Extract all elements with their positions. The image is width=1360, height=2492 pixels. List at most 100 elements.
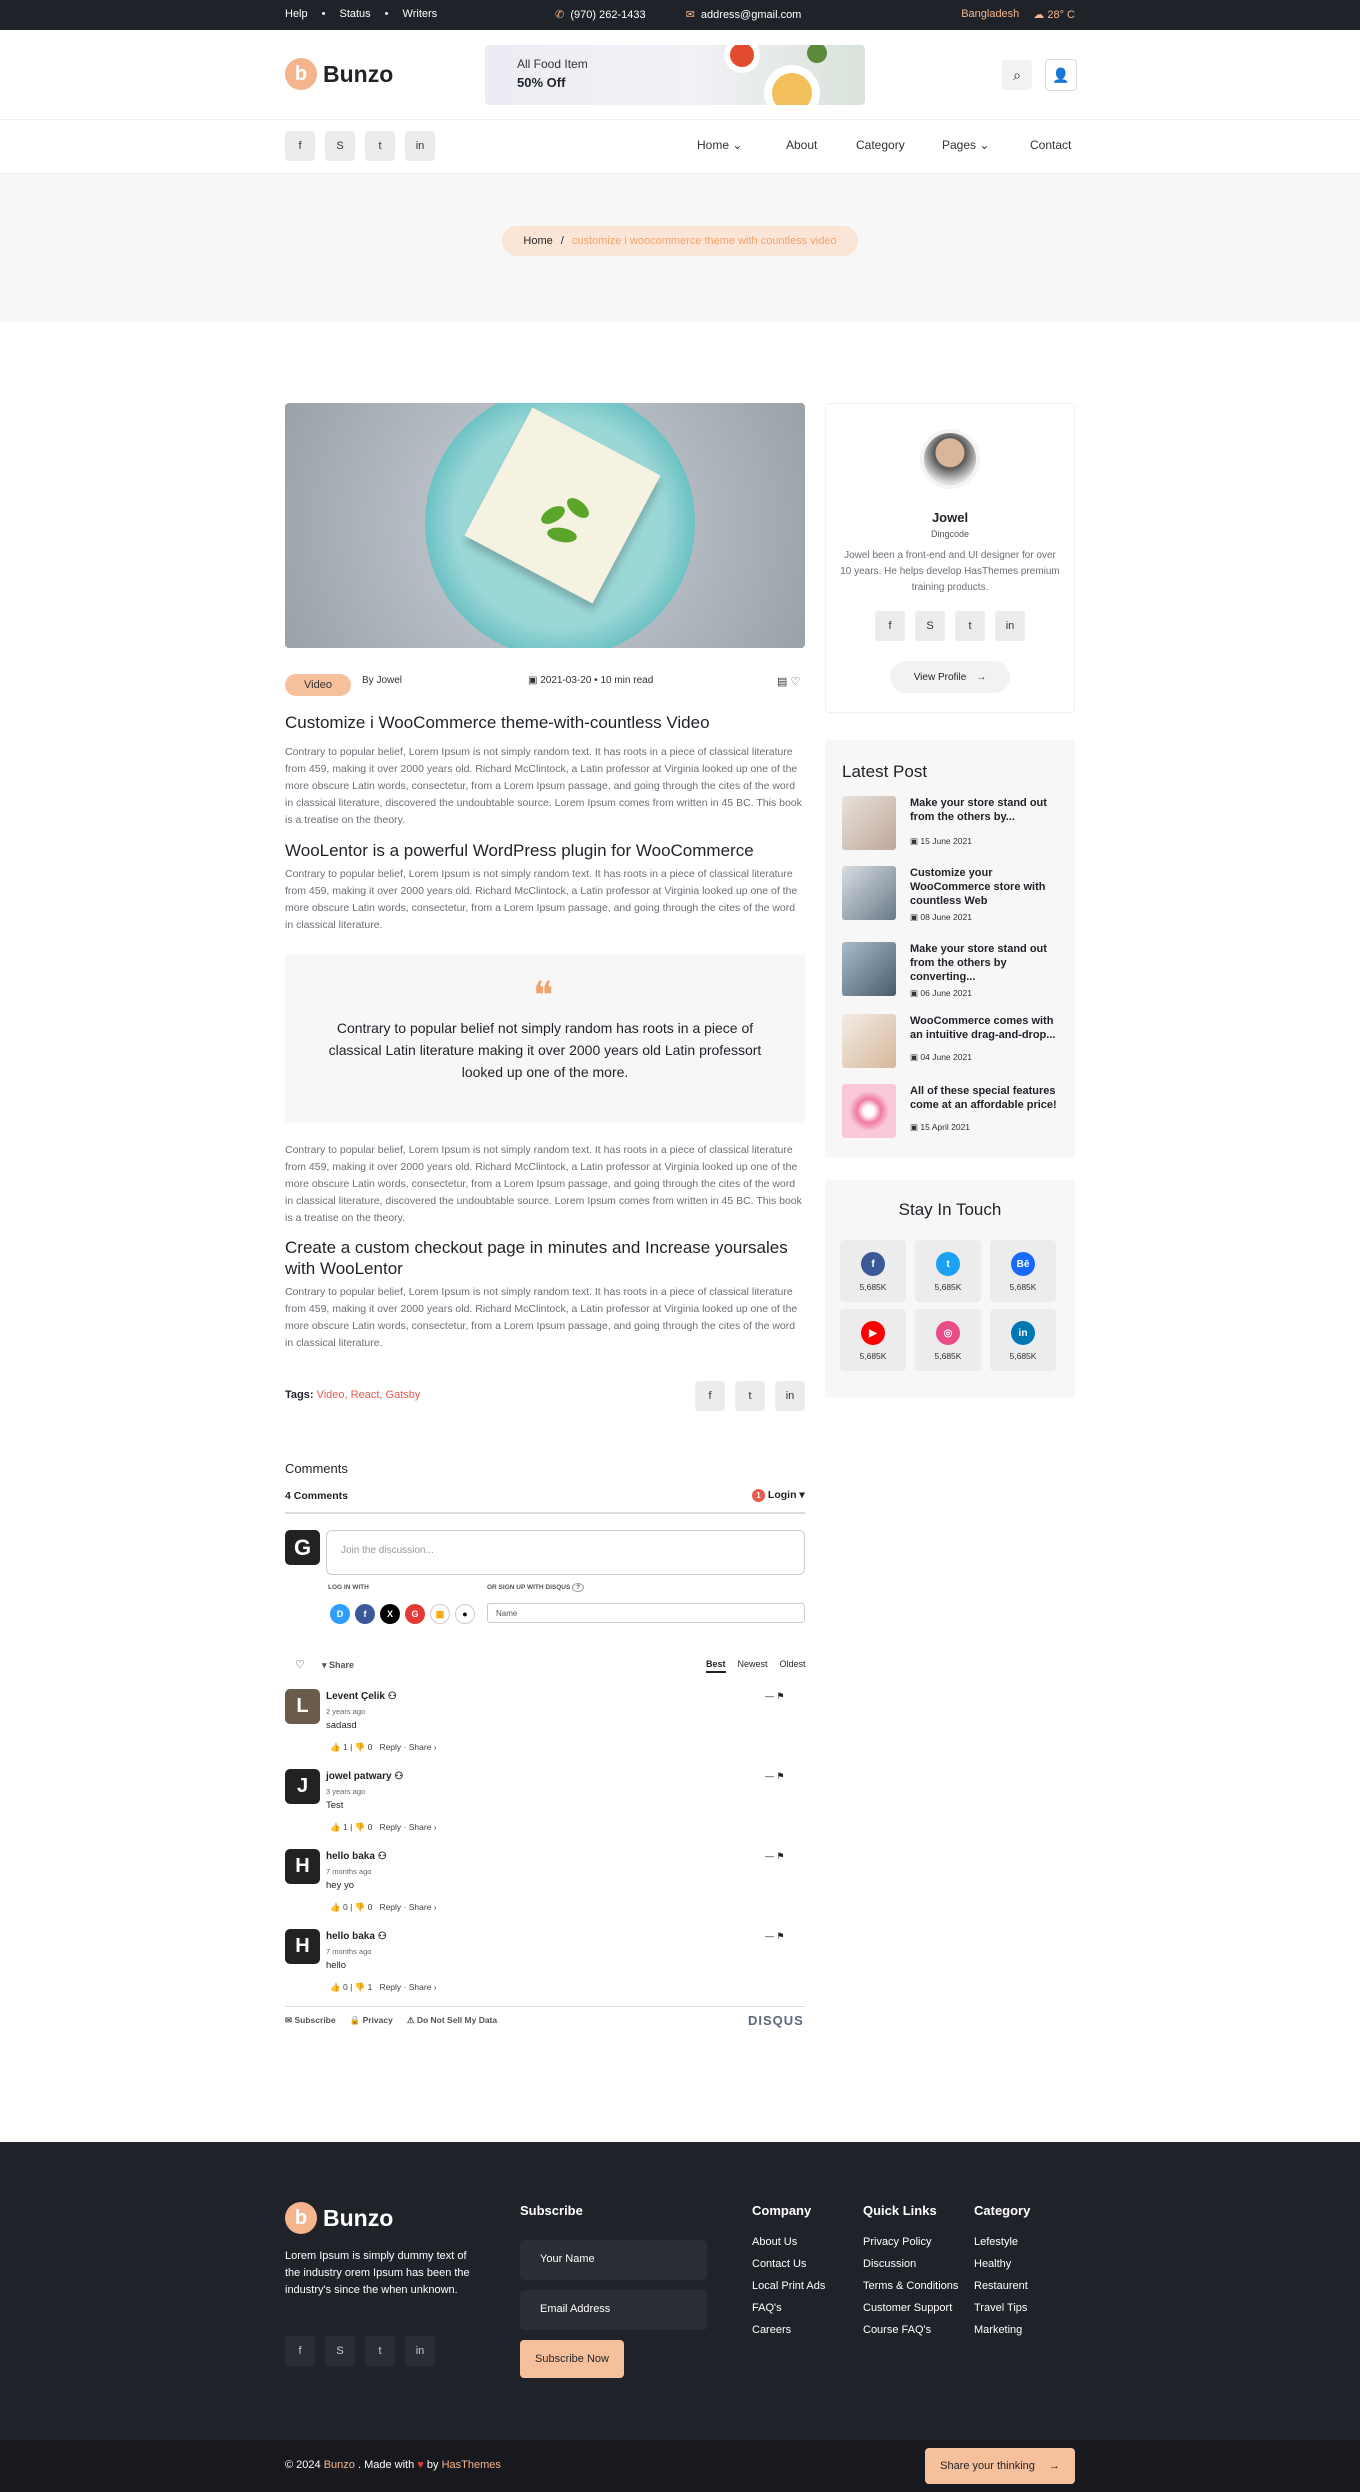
help-link[interactable]: Help <box>285 8 308 20</box>
comment-menu[interactable]: — ⚑ <box>765 1851 785 1862</box>
footer-link[interactable]: Local Print Ads <box>752 2280 825 2292</box>
reply-link[interactable]: Reply <box>379 1982 401 1992</box>
breadcrumb-home[interactable]: Home <box>523 235 552 247</box>
help-icon[interactable]: ? <box>572 1583 585 1592</box>
upvote-icon[interactable]: 👍 <box>330 1742 341 1752</box>
comment-time[interactable]: 7 months ago <box>326 1867 371 1876</box>
promo-banner[interactable]: All Food Item 50% Off <box>485 45 865 105</box>
dribbble-stat-card[interactable]: ◎ 5,685K <box>915 1309 981 1371</box>
subscribe-button[interactable]: Subscribe Now <box>520 2340 624 2378</box>
email-address[interactable]: address@gmail.com <box>701 9 801 21</box>
twitter-stat-card[interactable]: t 5,685K <box>915 1240 981 1302</box>
footer-logo[interactable]: b Bunzo <box>285 2202 393 2234</box>
writers-link[interactable]: Writers <box>403 8 438 20</box>
nav-pages[interactable]: Pages ⌄ <box>942 138 989 152</box>
latest-post-item[interactable]: Make your store stand out from the other… <box>842 796 1047 854</box>
google-login-icon[interactable]: G <box>405 1604 425 1624</box>
post-item-title[interactable]: All of these special features come at an… <box>910 1084 1060 1112</box>
phone-number[interactable]: (970) 262-1433 <box>570 9 645 21</box>
flag-icon[interactable]: ⚑ <box>777 1851 785 1861</box>
share-facebook-button[interactable]: f <box>695 1381 725 1411</box>
share-linkedin-button[interactable]: in <box>775 1381 805 1411</box>
footer-link[interactable]: Privacy Policy <box>863 2236 958 2248</box>
sort-newest[interactable]: Newest <box>738 1659 768 1673</box>
upvote-icon[interactable]: 👍 <box>330 1902 341 1912</box>
behance-stat-card[interactable]: Bē 5,685K <box>990 1240 1056 1302</box>
footer-link[interactable]: FAQ's <box>752 2302 825 2314</box>
flag-icon[interactable]: ⚑ <box>777 1771 785 1781</box>
facebook-button[interactable]: f <box>285 131 315 161</box>
facebook-login-icon[interactable]: f <box>355 1604 375 1624</box>
footer-link[interactable]: Course FAQ's <box>863 2324 958 2336</box>
reply-link[interactable]: Reply <box>379 1902 401 1912</box>
sort-best[interactable]: Best <box>706 1659 726 1673</box>
comment-author[interactable]: Levent Çelik <box>326 1691 385 1702</box>
footer-facebook-button[interactable]: f <box>285 2336 315 2366</box>
linkedin-stat-card[interactable]: in 5,685K <box>990 1309 1056 1371</box>
comment-time[interactable]: 7 months ago <box>326 1947 371 1956</box>
nav-about[interactable]: About <box>786 138 817 152</box>
subscribe-name-input[interactable]: Your Name <box>520 2240 707 2280</box>
upvote-icon[interactable]: 👍 <box>330 1982 341 1992</box>
microsoft-login-icon[interactable]: ▦ <box>430 1604 450 1624</box>
share-link[interactable]: Share › <box>409 1902 437 1912</box>
disqus-login-icon[interactable]: D <box>330 1604 350 1624</box>
copyright-brand[interactable]: Bunzo <box>324 2459 355 2471</box>
search-button[interactable]: ⌕ <box>1002 60 1032 90</box>
subscribe-link[interactable]: ✉ Subscribe <box>285 2015 336 2026</box>
heart-icon[interactable]: ♡ <box>790 676 800 688</box>
post-thumbnail[interactable] <box>842 866 896 920</box>
upvote-icon[interactable]: 👍 <box>330 1822 341 1832</box>
footer-link[interactable]: Terms & Conditions <box>863 2280 958 2292</box>
footer-link[interactable]: Careers <box>752 2324 825 2336</box>
post-thumbnail[interactable] <box>842 1014 896 1068</box>
author-linkedin-button[interactable]: in <box>995 611 1025 641</box>
tag-video[interactable]: Video, <box>317 1389 348 1401</box>
youtube-stat-card[interactable]: ▶ 5,685K <box>840 1309 906 1371</box>
avatar[interactable]: H <box>285 1929 320 1964</box>
post-thumbnail[interactable] <box>842 796 896 850</box>
footer-link[interactable]: Restaurent <box>974 2280 1030 2292</box>
footer-twitter-button[interactable]: t <box>365 2336 395 2366</box>
bookmark-icon[interactable]: ▤ <box>777 676 787 688</box>
post-thumbnail[interactable] <box>842 1084 896 1138</box>
post-author[interactable]: By Jowel <box>362 675 402 686</box>
name-field[interactable]: Name <box>487 1603 805 1623</box>
downvote-icon[interactable]: 👎 <box>355 1822 366 1832</box>
post-item-title[interactable]: WooCommerce comes with an intuitive drag… <box>910 1014 1060 1042</box>
author-link[interactable]: HasThemes <box>442 2459 501 2471</box>
tag-gatsby[interactable]: Gatsby <box>386 1389 421 1401</box>
share-dropdown[interactable]: ▾ Share <box>322 1660 354 1671</box>
footer-link[interactable]: Customer Support <box>863 2302 958 2314</box>
disqus-logo[interactable]: DISQUS <box>748 2013 804 2028</box>
nav-contact[interactable]: Contact <box>1030 138 1071 152</box>
tag-react[interactable]: React, <box>351 1389 383 1401</box>
dnsmd-link[interactable]: ⚠ Do Not Sell My Data <box>407 2015 497 2026</box>
skype-button[interactable]: S <box>325 131 355 161</box>
recommend-heart-icon[interactable]: ♡ <box>295 1658 305 1671</box>
comment-menu[interactable]: — ⚑ <box>765 1771 785 1782</box>
author-facebook-button[interactable]: f <box>875 611 905 641</box>
downvote-icon[interactable]: 👎 <box>355 1902 366 1912</box>
latest-post-item[interactable]: All of these special features come at an… <box>842 1084 1057 1142</box>
reply-link[interactable]: Reply <box>379 1822 401 1832</box>
nav-category[interactable]: Category <box>856 138 905 152</box>
flag-icon[interactable]: ⚑ <box>777 1931 785 1941</box>
footer-link[interactable]: Discussion <box>863 2258 958 2270</box>
footer-link[interactable]: Marketing <box>974 2324 1030 2336</box>
comment-author[interactable]: jowel patwary <box>326 1771 392 1782</box>
share-twitter-button[interactable]: t <box>735 1381 765 1411</box>
flag-icon[interactable]: ⚑ <box>777 1691 785 1701</box>
linkedin-button[interactable]: in <box>405 131 435 161</box>
logo[interactable]: b Bunzo <box>285 58 393 90</box>
comment-author[interactable]: hello baka <box>326 1931 375 1942</box>
comment-menu[interactable]: — ⚑ <box>765 1691 785 1702</box>
author-twitter-button[interactable]: t <box>955 611 985 641</box>
comment-input[interactable]: Join the discussion... <box>326 1530 805 1575</box>
footer-skype-button[interactable]: S <box>325 2336 355 2366</box>
latest-post-item[interactable]: Customize your WooCommerce store with co… <box>842 866 1046 924</box>
post-item-title[interactable]: Customize your WooCommerce store with co… <box>910 866 1060 908</box>
share-thinking-button[interactable]: Share your thinking → <box>925 2448 1075 2484</box>
author-name[interactable]: Jowel <box>825 510 1075 525</box>
sort-oldest[interactable]: Oldest <box>780 1659 806 1673</box>
